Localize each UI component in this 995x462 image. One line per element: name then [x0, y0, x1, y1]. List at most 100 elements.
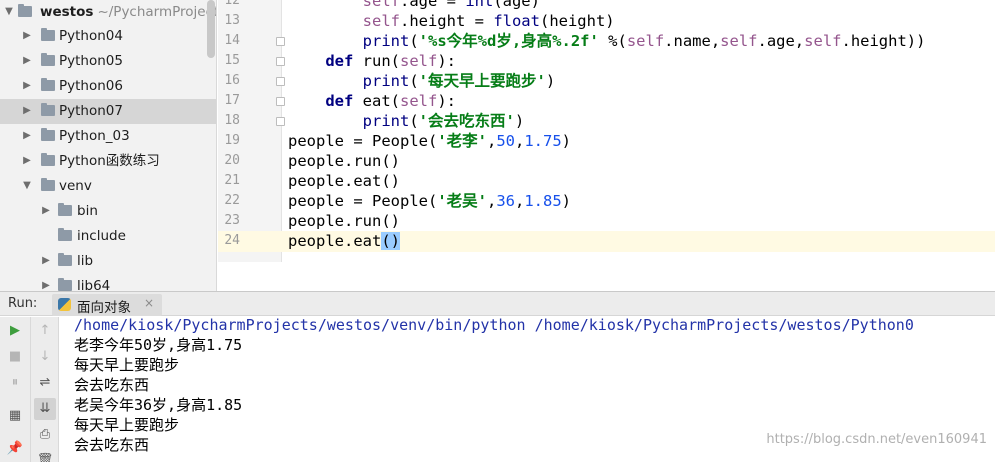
code-line-24[interactable]: people.eat(): [288, 231, 400, 251]
fold-marker-icon[interactable]: [276, 77, 285, 86]
code-line-15[interactable]: def run(self):: [288, 51, 456, 71]
line-number: 14: [224, 33, 240, 48]
tree-root-path: ~/PycharmProjects: [97, 4, 217, 20]
fold-marker-icon[interactable]: [276, 57, 285, 66]
line-number: 19: [224, 133, 240, 148]
run-panel-title: Run:: [8, 296, 38, 311]
code-line-14[interactable]: print('%s今年%d岁,身高%.2f' %(self.name,self.…: [288, 31, 926, 51]
folder-icon: [58, 228, 72, 241]
output-line: 老吴今年36岁,身高1.85: [74, 396, 243, 414]
chevron-right-icon[interactable]: ▶: [40, 203, 52, 219]
tree-item-label: bin: [77, 203, 98, 219]
tree-item-label: include: [77, 228, 126, 244]
fold-marker-icon[interactable]: [276, 37, 285, 46]
line-number: 12: [224, 0, 240, 8]
soft-wrap-icon[interactable]: ⇌: [34, 372, 56, 394]
run-icon[interactable]: ▶: [4, 320, 26, 342]
run-tab-label[interactable]: 面向对象: [77, 296, 131, 316]
tree-item-bin[interactable]: ▶ bin: [0, 199, 216, 224]
tree-item-label: Python_03: [59, 128, 130, 144]
code-line-23[interactable]: people.run(): [288, 211, 400, 231]
output-line: 老李今年50岁,身高1.75: [74, 336, 243, 354]
output-line: 会去吃东西: [74, 376, 150, 394]
trash-icon[interactable]: 🗑: [34, 450, 56, 462]
folder-icon: [41, 178, 55, 191]
scroll-to-end-icon[interactable]: ⇊: [34, 398, 56, 420]
pause-icon[interactable]: ⏸: [4, 372, 26, 394]
chevron-right-icon[interactable]: ▶: [21, 28, 33, 44]
code-line-21[interactable]: people.eat(): [288, 171, 400, 191]
tree-item-label: Python06: [59, 78, 123, 94]
line-number: 13: [224, 13, 240, 28]
code-line-18[interactable]: print('会去吃东西'): [288, 111, 525, 131]
line-number: 15: [224, 53, 240, 68]
layout-icon[interactable]: ▦: [4, 405, 26, 427]
code-line-19[interactable]: people = People('老李',50,1.75): [288, 131, 571, 151]
folder-icon: [41, 103, 55, 116]
chevron-right-icon[interactable]: ▶: [21, 103, 33, 119]
tree-item-label: Python函数练习: [59, 153, 160, 169]
tree-item-include[interactable]: include: [0, 224, 216, 249]
code-line-22[interactable]: people = People('老吴',36,1.85): [288, 191, 571, 211]
folder-icon: [41, 53, 55, 66]
output-line: 每天早上要跑步: [74, 416, 180, 434]
line-number: 22: [224, 193, 240, 208]
project-tree: ▼ westos ~/PycharmProjects ▶ Python04 ▶ P…: [0, 0, 217, 293]
chevron-down-icon[interactable]: ▼: [21, 178, 33, 194]
fold-marker-icon[interactable]: [276, 117, 285, 126]
folder-icon: [58, 253, 72, 266]
arrow-up-icon[interactable]: ↑: [34, 320, 56, 342]
tree-item-python05[interactable]: ▶ Python05: [0, 49, 216, 74]
chevron-right-icon[interactable]: ▶: [21, 153, 33, 169]
tree-item-python06[interactable]: ▶ Python06: [0, 74, 216, 99]
chevron-right-icon[interactable]: ▶: [21, 128, 33, 144]
folder-icon: [41, 128, 55, 141]
tree-root-name: westos: [40, 4, 94, 20]
code-line-17[interactable]: def eat(self):: [288, 91, 456, 111]
folder-icon: [18, 4, 32, 17]
tree-item-python04[interactable]: ▶ Python04: [0, 24, 216, 49]
stop-icon[interactable]: ■: [4, 346, 26, 368]
chevron-down-icon[interactable]: ▼: [3, 4, 15, 20]
code-line-12[interactable]: self.age = int(age): [288, 0, 540, 11]
output-line: 会去吃东西: [74, 436, 150, 454]
close-icon[interactable]: ×: [144, 296, 154, 310]
chevron-right-icon[interactable]: ▶: [40, 253, 52, 269]
tree-root-westos[interactable]: ▼ westos ~/PycharmProjects: [0, 0, 217, 25]
tree-item-python07[interactable]: ▶ Python07: [0, 99, 216, 124]
run-command-line: /home/kiosk/PycharmProjects/westos/venv/…: [74, 316, 914, 334]
code-line-16[interactable]: print('每天早上要跑步'): [288, 71, 556, 91]
folder-icon: [58, 203, 72, 216]
line-number: 21: [224, 173, 240, 188]
folder-icon: [58, 278, 72, 291]
tree-item-lib[interactable]: ▶ lib: [0, 249, 216, 274]
chevron-right-icon[interactable]: ▶: [21, 78, 33, 94]
pin-icon[interactable]: 📌: [4, 438, 26, 460]
python-icon: [58, 298, 71, 311]
print-icon[interactable]: ⎙: [34, 424, 56, 446]
watermark: https://blog.csdn.net/even160941: [766, 432, 987, 447]
folder-icon: [41, 28, 55, 41]
line-number: 23: [224, 213, 240, 228]
chevron-right-icon[interactable]: ▶: [21, 53, 33, 69]
tree-item-python-03[interactable]: ▶ Python_03: [0, 124, 216, 149]
tree-item-label: Python07: [59, 103, 123, 119]
line-number: 18: [224, 113, 240, 128]
code-line-20[interactable]: people.run(): [288, 151, 400, 171]
tree-item-python-functions[interactable]: ▶ Python函数练习: [0, 149, 216, 174]
line-number: 16: [224, 73, 240, 88]
arrow-down-icon[interactable]: ↓: [34, 346, 56, 368]
tree-item-label: lib: [77, 253, 94, 269]
folder-icon: [41, 153, 55, 166]
line-number: 20: [224, 153, 240, 168]
tree-item-label: Python05: [59, 53, 123, 69]
run-toolbar-right: ↑ ↓ ⇌ ⇊ ⎙ 🗑: [31, 317, 59, 462]
run-toolbar-left: ▶ ■ ⏸ ▦ 📌: [0, 317, 31, 462]
code-line-13[interactable]: self.height = float(height): [288, 11, 615, 31]
run-panel-header: Run: 面向对象 ×: [0, 291, 995, 316]
fold-marker-icon[interactable]: [276, 97, 285, 106]
tree-scrollbar[interactable]: [207, 0, 215, 58]
tree-item-venv[interactable]: ▼ venv: [0, 174, 216, 199]
line-number: 24: [224, 233, 240, 248]
line-number: 17: [224, 93, 240, 108]
